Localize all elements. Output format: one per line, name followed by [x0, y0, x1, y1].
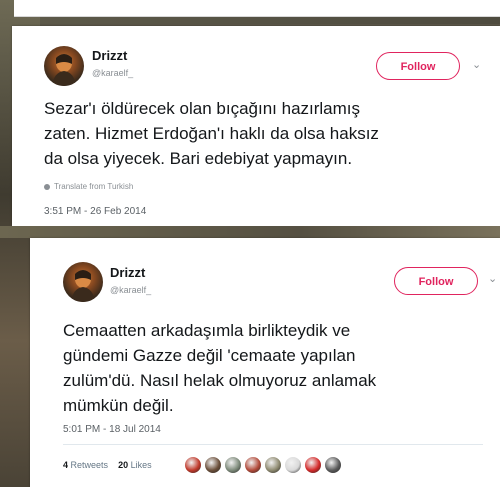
likes-label[interactable]: Likes	[131, 460, 152, 470]
background-gap	[0, 226, 500, 238]
liker-avatar-icon[interactable]	[204, 456, 222, 474]
tweet-timestamp[interactable]: 5:01 PM - 18 Jul 2014	[63, 424, 161, 435]
translate-link[interactable]: Translate from Turkish	[44, 182, 133, 191]
avatar[interactable]	[63, 262, 103, 302]
retweets-label[interactable]: Retweets	[71, 460, 109, 470]
tweet-card-2: Drizzt @karaelf_ Follow ⌄ Cemaatten arka…	[30, 238, 500, 487]
follow-button[interactable]: Follow	[394, 267, 478, 295]
engagement-stats: 4 Retweets 20 Likes	[63, 460, 152, 470]
liker-avatar-icon[interactable]	[264, 456, 282, 474]
liker-avatar-icon[interactable]	[224, 456, 242, 474]
liker-avatar-icon[interactable]	[184, 456, 202, 474]
liker-avatar-icon[interactable]	[304, 456, 322, 474]
liker-avatar-icon[interactable]	[284, 456, 302, 474]
avatar[interactable]	[44, 46, 84, 86]
likes-count[interactable]: 20	[118, 460, 128, 470]
retweets-count[interactable]: 4	[63, 460, 68, 470]
user-handle[interactable]: @karaelf_	[92, 68, 133, 78]
tweet-text: Sezar'ı öldürecek olan bıçağını hazırlam…	[44, 99, 379, 168]
tweet-timestamp[interactable]: 3:51 PM - 26 Feb 2014	[44, 206, 146, 217]
divider	[63, 444, 483, 445]
user-name[interactable]: Drizzt	[110, 265, 145, 280]
liker-avatar-icon[interactable]	[324, 456, 342, 474]
globe-icon	[44, 183, 50, 190]
previous-card-edge	[14, 0, 500, 17]
user-handle[interactable]: @karaelf_	[110, 285, 151, 295]
tweet-card-1: Drizzt @karaelf_ Follow ⌄ Sezar'ı öldüre…	[12, 26, 500, 226]
tweet-text: Cemaatten arkadaşımla birlikteydik ve gü…	[63, 321, 377, 415]
follow-button[interactable]: Follow	[376, 52, 460, 80]
chevron-down-icon[interactable]: ⌄	[472, 58, 481, 71]
likers-avatars	[184, 456, 374, 476]
translate-label: Translate from Turkish	[54, 182, 134, 191]
user-name[interactable]: Drizzt	[92, 48, 127, 63]
liker-avatar-icon[interactable]	[244, 456, 262, 474]
chevron-down-icon[interactable]: ⌄	[488, 272, 497, 285]
